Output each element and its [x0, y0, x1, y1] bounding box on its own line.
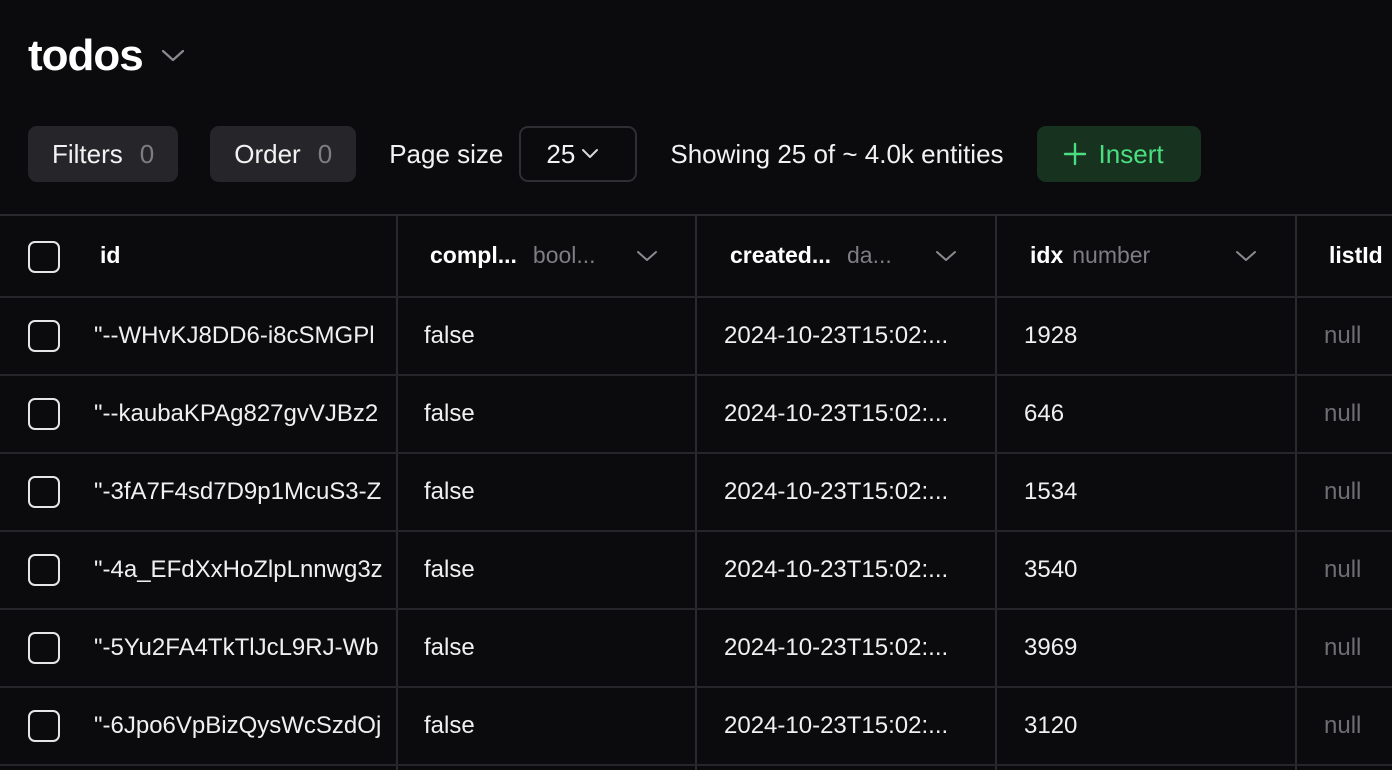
- page-size-select[interactable]: 25: [519, 126, 638, 182]
- cell-idx[interactable]: 1534: [1024, 478, 1077, 506]
- column-header-id[interactable]: id: [100, 242, 120, 269]
- table-row[interactable]: "--kaubaKPAg827gvVJBz2 false 2024-10-23T…: [0, 376, 1392, 454]
- cell-created[interactable]: 2024-10-23T15:02:...: [724, 322, 948, 350]
- cell-completed[interactable]: false: [424, 634, 475, 662]
- table-row[interactable]: "-5Yu2FA4TkTlJcL9RJ-Wb false 2024-10-23T…: [0, 610, 1392, 688]
- cell-created[interactable]: 2024-10-23T15:02:...: [724, 556, 948, 584]
- cell-created[interactable]: 2024-10-23T15:02:...: [724, 400, 948, 428]
- column-name: created...: [730, 242, 831, 268]
- order-count: 0: [317, 138, 333, 169]
- filters-count: 0: [139, 138, 155, 169]
- page-header: todos: [28, 28, 187, 84]
- column-type: bool...: [532, 242, 596, 268]
- cell-id[interactable]: "-3fA7F4sd7D9p1McuS3-Z: [94, 478, 396, 506]
- column-header-completed[interactable]: compl... bool...: [430, 242, 596, 269]
- plus-icon: [1063, 142, 1087, 166]
- cell-completed[interactable]: false: [424, 556, 475, 584]
- column-header-idx[interactable]: idx number: [1030, 242, 1150, 269]
- row-checkbox[interactable]: [28, 554, 60, 586]
- cell-listid[interactable]: null: [1324, 400, 1361, 428]
- table-row[interactable]: "--WHvKJ8DD6-i8cSMGPl false 2024-10-23T1…: [0, 298, 1392, 376]
- cell-completed[interactable]: false: [424, 322, 475, 350]
- cell-idx[interactable]: 1928: [1024, 322, 1077, 350]
- filters-button[interactable]: Filters 0: [28, 126, 179, 182]
- column-name: compl...: [430, 242, 517, 268]
- cell-listid[interactable]: null: [1324, 634, 1361, 662]
- data-table: id compl... bool... created... da... idx…: [0, 214, 1392, 770]
- column-name: listId: [1329, 242, 1383, 268]
- cell-idx[interactable]: 3969: [1024, 634, 1077, 662]
- cell-listid[interactable]: null: [1324, 712, 1361, 740]
- row-checkbox[interactable]: [28, 320, 60, 352]
- column-header-created[interactable]: created... da...: [730, 242, 892, 269]
- row-checkbox[interactable]: [28, 398, 60, 430]
- chevron-down-icon: [581, 148, 599, 160]
- table-row[interactable]: "-4a_EFdXxHoZlpLnnwg3z false 2024-10-23T…: [0, 532, 1392, 610]
- cell-completed[interactable]: false: [424, 400, 475, 428]
- column-type: da...: [847, 242, 892, 268]
- row-checkbox[interactable]: [28, 710, 60, 742]
- select-all-checkbox[interactable]: [28, 241, 60, 273]
- cell-id[interactable]: "-5Yu2FA4TkTlJcL9RJ-Wb: [94, 634, 396, 662]
- cell-created[interactable]: 2024-10-23T15:02:...: [724, 712, 948, 740]
- cell-listid[interactable]: null: [1324, 556, 1361, 584]
- page-size-label: Page size: [389, 138, 504, 169]
- page-title: todos: [28, 31, 144, 80]
- filters-label: Filters: [52, 138, 123, 169]
- cell-listid[interactable]: null: [1324, 478, 1361, 506]
- cell-completed[interactable]: false: [424, 478, 475, 506]
- column-type: number: [1072, 242, 1151, 268]
- order-button[interactable]: Order 0: [210, 126, 357, 182]
- chevron-down-icon[interactable]: [161, 43, 187, 69]
- cell-idx[interactable]: 646: [1024, 400, 1064, 428]
- toolbar: Filters 0 Order 0 Page size 25 Showing 2…: [28, 126, 1201, 182]
- insert-label: Insert: [1098, 138, 1164, 169]
- cell-listid[interactable]: null: [1324, 322, 1361, 350]
- column-name: idx: [1030, 242, 1064, 268]
- order-label: Order: [234, 138, 301, 169]
- cell-id[interactable]: "--WHvKJ8DD6-i8cSMGPl: [94, 322, 396, 350]
- page-size-value: 25: [546, 138, 576, 169]
- insert-button[interactable]: Insert: [1036, 126, 1201, 182]
- chevron-down-icon[interactable]: [935, 250, 957, 263]
- column-header-listid[interactable]: listId: [1329, 242, 1383, 269]
- cell-completed[interactable]: false: [424, 712, 475, 740]
- cell-id[interactable]: "--kaubaKPAg827gvVJBz2: [94, 400, 396, 428]
- table-header-row: id compl... bool... created... da... idx…: [0, 216, 1392, 298]
- cell-id[interactable]: "-6Jpo6VpBizQysWcSzdOj: [94, 712, 396, 740]
- cell-created[interactable]: 2024-10-23T15:02:...: [724, 478, 948, 506]
- table-row[interactable]: "-6Jpo6VpBizQysWcSzdOj false 2024-10-23T…: [0, 688, 1392, 766]
- column-name: id: [100, 242, 121, 268]
- chevron-down-icon[interactable]: [636, 250, 658, 263]
- entity-count-text: Showing 25 of ~ 4.0k entities: [670, 138, 1004, 169]
- table-row[interactable]: "-3fA7F4sd7D9p1McuS3-Z false 2024-10-23T…: [0, 454, 1392, 532]
- row-checkbox[interactable]: [28, 476, 60, 508]
- chevron-down-icon[interactable]: [1235, 250, 1257, 263]
- cell-idx[interactable]: 3120: [1024, 712, 1077, 740]
- cell-idx[interactable]: 3540: [1024, 556, 1077, 584]
- row-checkbox[interactable]: [28, 632, 60, 664]
- cell-created[interactable]: 2024-10-23T15:02:...: [724, 634, 948, 662]
- cell-id[interactable]: "-4a_EFdXxHoZlpLnnwg3z: [94, 556, 396, 584]
